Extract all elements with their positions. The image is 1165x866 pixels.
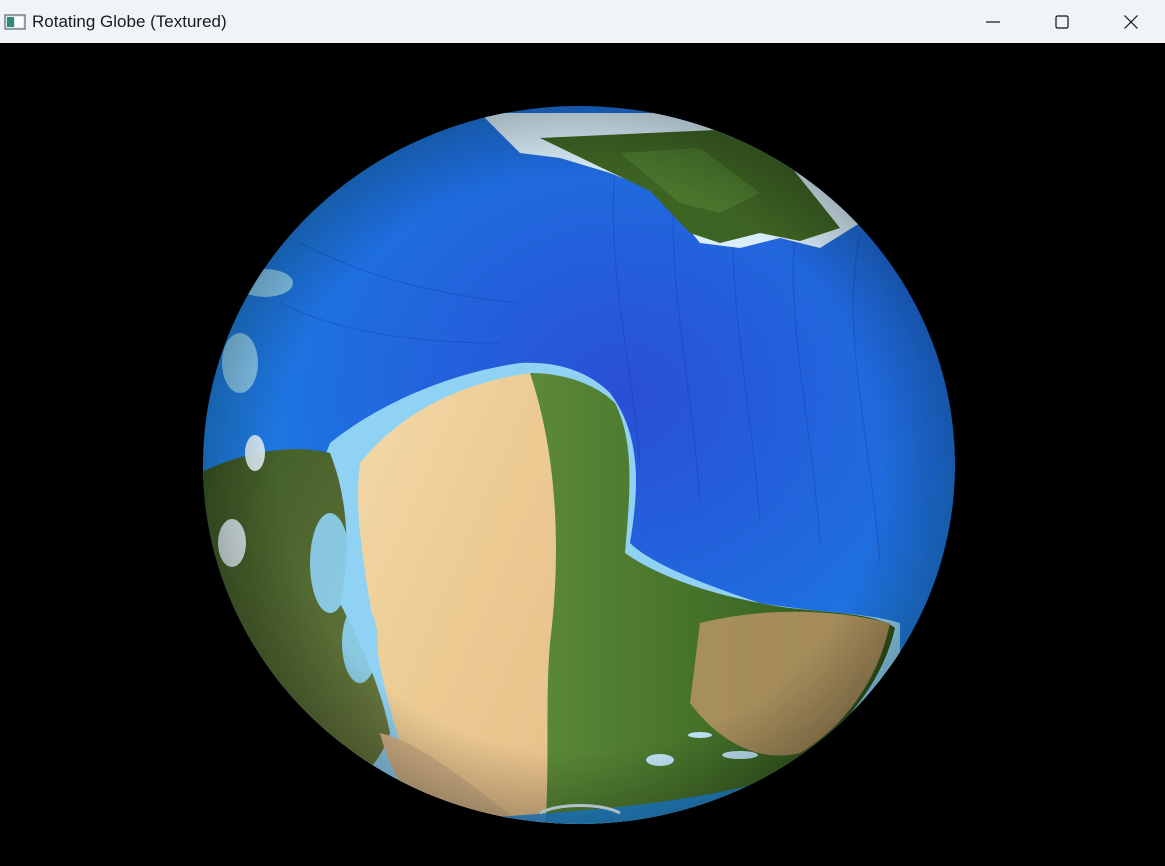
app-window-icon <box>4 13 26 30</box>
close-button[interactable] <box>1096 0 1165 43</box>
minimize-icon <box>985 20 1000 23</box>
maximize-button[interactable] <box>1027 0 1096 43</box>
close-icon <box>1123 14 1138 29</box>
render-viewport[interactable] <box>0 43 1165 866</box>
title-bar[interactable]: Rotating Globe (Textured) <box>0 0 1165 43</box>
textured-globe[interactable] <box>0 43 1165 866</box>
minimize-button[interactable] <box>958 0 1027 43</box>
window-controls <box>958 0 1165 43</box>
window-title: Rotating Globe (Textured) <box>32 11 227 31</box>
globe-surface <box>203 106 955 824</box>
maximize-icon <box>1054 14 1069 29</box>
app-window: Rotating Globe (Textured) <box>0 0 1165 866</box>
